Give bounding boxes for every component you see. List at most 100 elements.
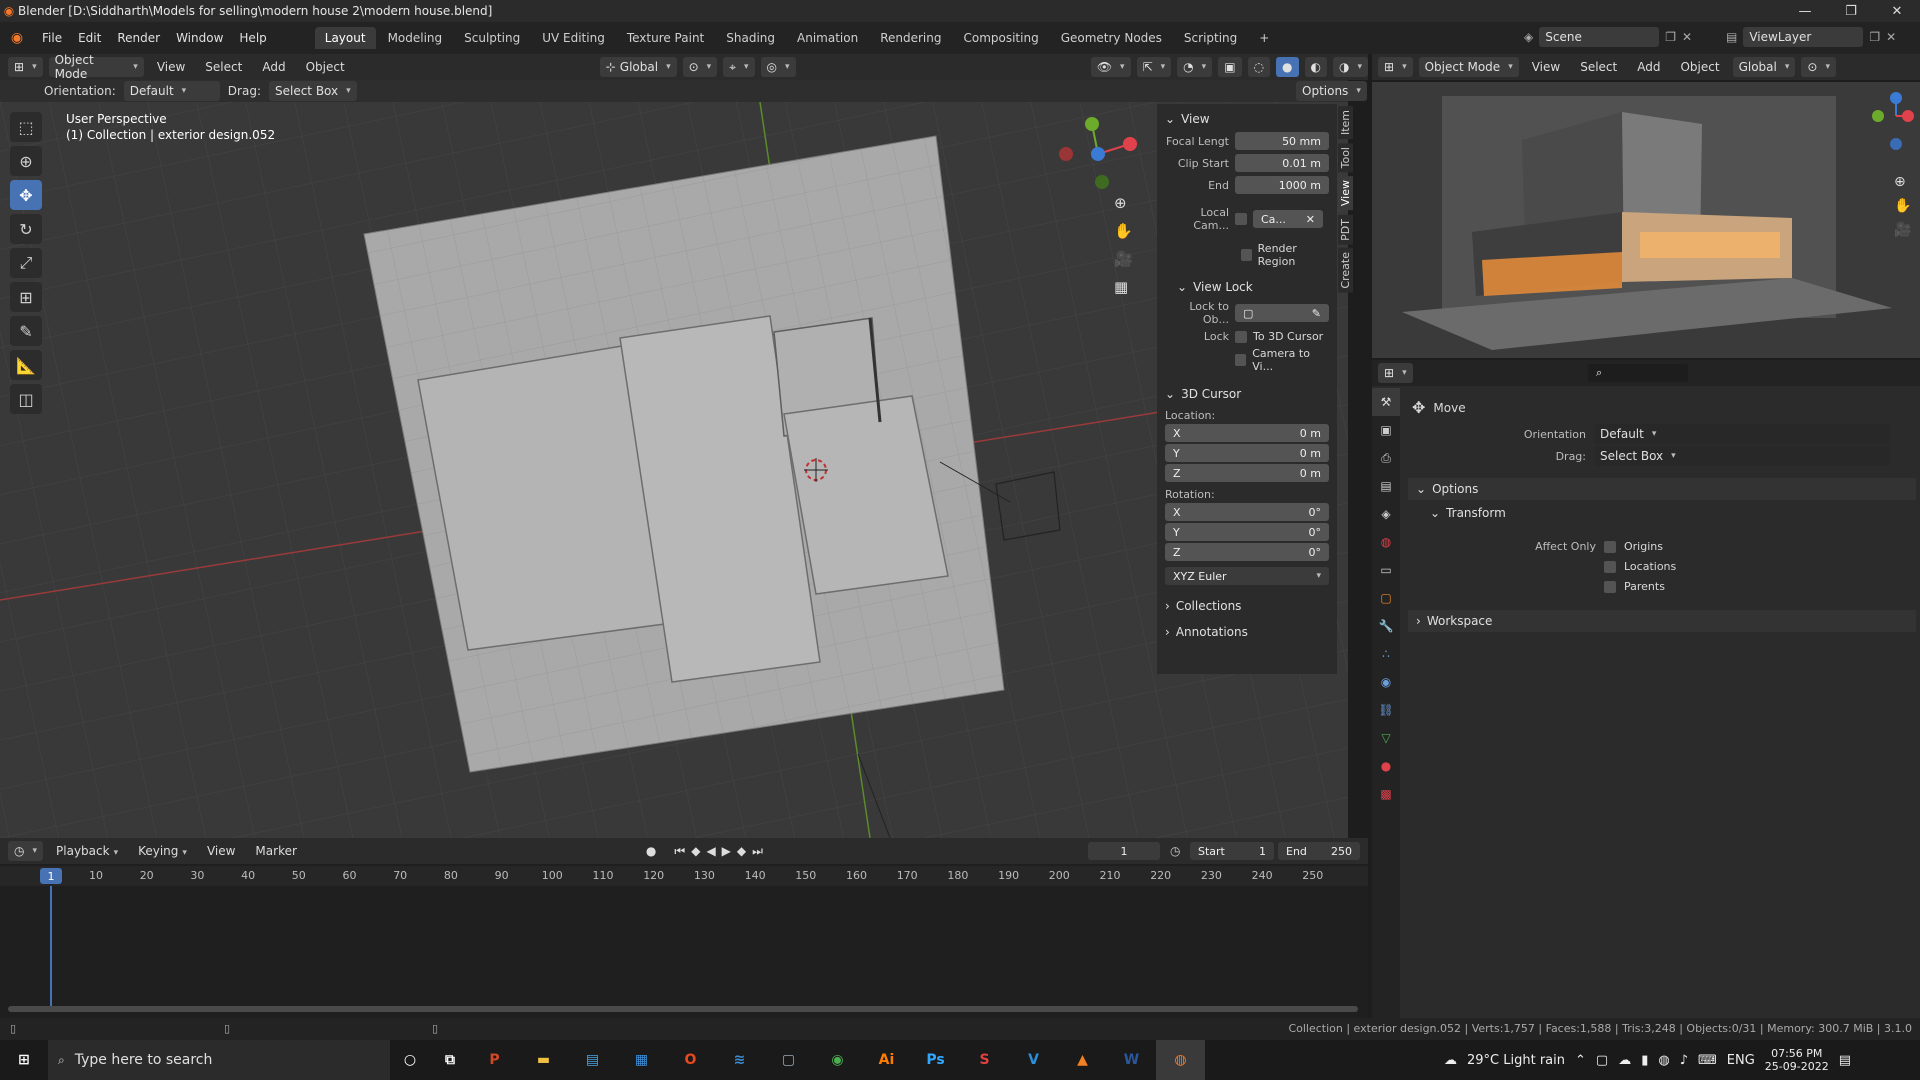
scene-name-field[interactable]: Scene (1539, 27, 1660, 47)
zoom-icon[interactable]: ⊕ (1114, 194, 1133, 212)
rotate-tool-icon[interactable]: ↻ (10, 214, 42, 244)
tab-item[interactable]: Item (1338, 106, 1353, 140)
prop-drag-dropdown[interactable]: Select Box (1594, 446, 1890, 466)
texture-properties-icon[interactable]: ▩ (1372, 780, 1400, 808)
transform-orientation-dropdown[interactable]: ⊹ Global (599, 57, 677, 77)
data-properties-icon[interactable]: ▽ (1372, 724, 1400, 752)
windows-start-icon[interactable]: ⊞ (0, 1040, 48, 1080)
tab-geometry-nodes[interactable]: Geometry Nodes (1051, 27, 1172, 49)
move-tool-icon[interactable]: ✥ (10, 180, 42, 210)
editor-type-icon[interactable]: ⊞ (8, 57, 43, 77)
tab-view[interactable]: View (1338, 176, 1353, 211)
measure-tool-icon[interactable]: 📐 (10, 350, 42, 380)
preview-mode-dropdown[interactable]: Object Mode (1418, 57, 1519, 77)
local-camera-field[interactable]: Ca... ✕ (1253, 210, 1323, 228)
snap-icon[interactable]: ⌖ (723, 57, 755, 77)
orientation-dropdown[interactable]: Default (123, 81, 220, 101)
preview-range-icon[interactable]: ◷ (1170, 844, 1180, 858)
focal-length-field[interactable]: 50 mm (1235, 132, 1329, 150)
tab-create[interactable]: Create (1338, 248, 1353, 293)
tab-tool[interactable]: Tool (1338, 143, 1353, 173)
taskbar-app-icon[interactable]: V (1009, 1040, 1058, 1080)
taskbar-app-icon[interactable]: ▦ (617, 1040, 666, 1080)
keyboard-icon[interactable]: ⌨ (1698, 1053, 1717, 1068)
gizmo-icon[interactable]: ⇱ (1136, 57, 1172, 77)
scene-properties-icon[interactable]: ◈ (1372, 500, 1400, 528)
taskbar-app-icon[interactable]: ▬ (519, 1040, 568, 1080)
cursor-location-x[interactable]: X 0 m (1165, 424, 1329, 442)
tab-scripting[interactable]: Scripting (1174, 27, 1247, 49)
task-view-icon[interactable]: ⧉ (430, 1040, 470, 1080)
taskbar-app-icon[interactable]: O (666, 1040, 715, 1080)
keying-menu[interactable]: Keying (131, 844, 194, 858)
weather-text[interactable]: 29°C Light rain (1467, 1053, 1565, 1068)
preview-nav-gizmo[interactable] (1872, 92, 1916, 155)
view-layer-icon[interactable]: ▤ (1372, 472, 1400, 500)
preview-camera-icon[interactable]: 🎥 (1894, 222, 1911, 238)
clip-start-field[interactable]: 0.01 m (1235, 154, 1329, 172)
preview-menu-view[interactable]: View (1525, 60, 1567, 74)
shading-solid-icon[interactable]: ● (1276, 57, 1299, 77)
jump-end-icon[interactable]: ⏭ (752, 844, 763, 859)
prop-orientation-dropdown[interactable]: Default (1594, 424, 1890, 444)
modifier-properties-icon[interactable]: 🔧 (1372, 612, 1400, 640)
tool-properties-icon[interactable]: ⚒ (1372, 388, 1400, 416)
tab-animation[interactable]: Animation (787, 27, 868, 49)
eyedropper-icon[interactable]: ✎ (1312, 307, 1321, 320)
network-icon[interactable]: ◍ (1658, 1053, 1669, 1068)
scene-selector[interactable]: ◈ Scene ❐ ✕ (1524, 27, 1692, 47)
shading-wireframe-icon[interactable]: ◌ (1247, 57, 1271, 77)
battery-icon[interactable]: ▮ (1641, 1053, 1648, 1068)
new-scene-icon[interactable]: ❐ (1665, 30, 1676, 44)
tab-sculpting[interactable]: Sculpting (454, 27, 530, 49)
taskbar-app-icon[interactable]: Ps (911, 1040, 960, 1080)
notification-icon[interactable]: ▤ (1839, 1053, 1851, 1068)
menu-help[interactable]: Help (231, 31, 274, 45)
taskbar-app-icon[interactable]: ▢ (764, 1040, 813, 1080)
3d-cursor-header[interactable]: ⌄ 3D Cursor (1157, 383, 1337, 405)
language-indicator[interactable]: ENG (1727, 1053, 1755, 1068)
local-camera-checkbox[interactable] (1235, 213, 1247, 225)
tab-modeling[interactable]: Modeling (378, 27, 453, 49)
object-properties-icon[interactable]: ▢ (1372, 584, 1400, 612)
start-frame-field[interactable]: Start 1 (1190, 842, 1274, 860)
end-frame-field[interactable]: End 250 (1278, 842, 1360, 860)
proportional-edit-icon[interactable]: ◎ (760, 57, 796, 77)
prop-options-header[interactable]: ⌄ Options (1408, 478, 1916, 500)
taskbar-app-icon[interactable]: S (960, 1040, 1009, 1080)
prop-transform-header[interactable]: ⌄ Transform (1422, 502, 1514, 524)
tab-pdt[interactable]: PDT (1338, 214, 1353, 245)
tab-uv-editing[interactable]: UV Editing (532, 27, 615, 49)
playhead-label[interactable]: 1 (40, 868, 62, 884)
menu-file[interactable]: File (34, 31, 70, 45)
taskbar-app-icon[interactable]: P (470, 1040, 519, 1080)
properties-search-input[interactable]: ⌕ (1588, 364, 1688, 382)
lock-object-field[interactable]: ▢ ✎ (1235, 304, 1329, 322)
minimize-button[interactable]: — (1782, 0, 1828, 22)
tray-cloud-icon[interactable]: ☁ (1618, 1053, 1631, 1068)
cursor-tool-icon[interactable]: ⊕ (10, 146, 42, 176)
taskbar-app-icon[interactable]: W (1107, 1040, 1156, 1080)
physics-properties-icon[interactable]: ◉ (1372, 668, 1400, 696)
blender-menu-icon[interactable]: ◉ (0, 30, 34, 46)
rendered-preview-viewport[interactable]: ⊕ ✋ 🎥 (1372, 82, 1920, 358)
particles-properties-icon[interactable]: ∴ (1372, 640, 1400, 668)
camera-to-view-checkbox[interactable] (1235, 354, 1247, 366)
viewport-menu-view[interactable]: View (150, 60, 192, 74)
overlay-icon[interactable]: ◔ (1177, 57, 1213, 77)
timeline-view-menu[interactable]: View (200, 844, 242, 858)
close-button[interactable]: ✕ (1874, 0, 1920, 22)
viewport-menu-add[interactable]: Add (255, 60, 292, 74)
render-region-checkbox[interactable] (1241, 249, 1252, 261)
frame-ruler[interactable]: 10 20 30 40 50 60 70 80 90 100 110 120 130 140 150 160 1… (0, 866, 1368, 886)
annotate-tool-icon[interactable]: ✎ (10, 316, 42, 346)
add-cube-tool-icon[interactable]: ◫ (10, 384, 42, 414)
render-properties-icon[interactable]: ▣ (1372, 416, 1400, 444)
next-keyframe-icon[interactable]: ◆ (737, 844, 746, 858)
add-workspace-button[interactable]: + (1249, 27, 1279, 49)
tab-compositing[interactable]: Compositing (953, 27, 1048, 49)
rotation-mode-dropdown[interactable]: XYZ Euler (1165, 567, 1329, 585)
preview-zoom-icon[interactable]: ⊕ (1894, 174, 1911, 190)
3d-viewport[interactable]: User Perspective (1) Collection | exteri… (0, 102, 1348, 838)
record-icon[interactable]: ● (646, 844, 656, 858)
